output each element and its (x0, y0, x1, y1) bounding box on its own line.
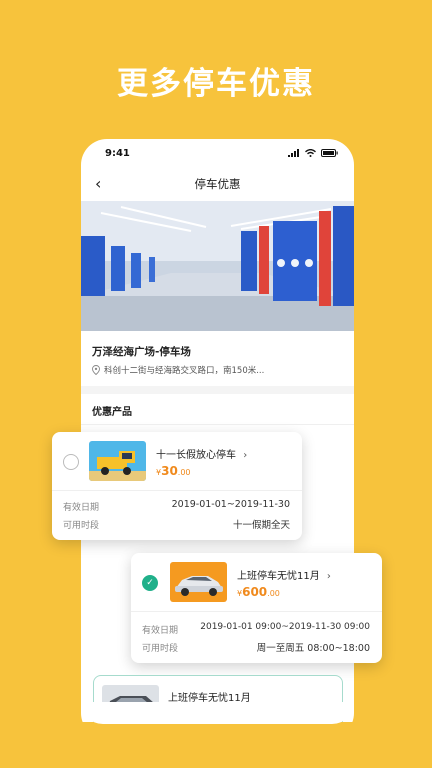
product-price: ¥30.00 (156, 464, 191, 478)
nav-bar: ‹ 停车优惠 (81, 169, 354, 201)
product-card-holiday[interactable]: 十一长假放心停车 › ¥30.00 有效日期 2019-01-01~2019-1… (52, 432, 302, 540)
phone-bottom-mask (81, 722, 354, 768)
price-integer: 600 (173, 707, 199, 721)
wifi-icon (305, 149, 316, 157)
time-slot-label: 可用时段 (142, 644, 179, 654)
price-decimal: .00 (198, 711, 211, 720)
product-price: ¥600.00 (168, 707, 211, 721)
parking-address: 科创十二街与经海路交叉路口，南150米... (92, 364, 264, 376)
price-decimal: .00 (177, 468, 191, 477)
product-thumbnail-truck (89, 441, 146, 481)
product-thumbnail-sedan (170, 562, 227, 602)
product-card-commute[interactable]: ✓ 上班停车无忧11月 › ¥600.00 有效日期 2019-01-01 09… (131, 553, 382, 663)
product-name-row: 上班停车无忧11月 › (237, 567, 331, 582)
time-slot-value: 周一至周五 08:00~18:00 (256, 643, 370, 654)
time-slot-label: 可用时段 (63, 521, 100, 531)
section-separator (81, 386, 354, 394)
valid-date-value: 2019-01-01~2019-11-30 (171, 499, 290, 510)
product-thumbnail-suv (102, 685, 159, 725)
card-divider (131, 611, 382, 612)
product-price: ¥600.00 (237, 585, 280, 599)
status-bar: 9:41 (81, 139, 354, 169)
parking-name: 万泽经海广场-停车场 (92, 346, 191, 358)
battery-icon (321, 149, 338, 157)
select-radio[interactable] (63, 454, 79, 470)
valid-date-label: 有效日期 (63, 503, 100, 513)
status-icons (288, 149, 338, 157)
product-name: 上班停车无忧11月 (168, 693, 251, 704)
price-integer: 30 (161, 464, 178, 478)
parking-lot-photo (81, 201, 354, 331)
product-name-row: 十一长假放心停车 › (156, 446, 247, 461)
page-title: 停车优惠 (194, 177, 241, 191)
price-decimal: .00 (267, 589, 280, 598)
address-text: 科创十二街与经海路交叉路口，南150米... (104, 366, 265, 376)
product-name: 上班停车无忧11月 (237, 571, 320, 582)
selected-check-icon[interactable]: ✓ (142, 575, 158, 591)
time-slot-value: 十一假期全天 (232, 520, 290, 531)
promo-headline: 更多停车优惠 (117, 66, 315, 102)
divider (81, 424, 354, 425)
valid-date-value: 2019-01-01 09:00~2019-11-30 09:00 (200, 622, 370, 632)
card-divider (52, 490, 302, 491)
chevron-right-icon: › (326, 571, 331, 582)
signal-icon (288, 149, 299, 157)
section-title-discounts: 优惠产品 (92, 407, 132, 418)
status-time: 9:41 (105, 148, 130, 159)
valid-date-label: 有效日期 (142, 626, 179, 636)
chevron-right-icon: › (243, 450, 248, 461)
product-name: 十一长假放心停车 (156, 450, 236, 461)
location-pin-icon (92, 365, 100, 375)
price-integer: 600 (242, 585, 268, 599)
